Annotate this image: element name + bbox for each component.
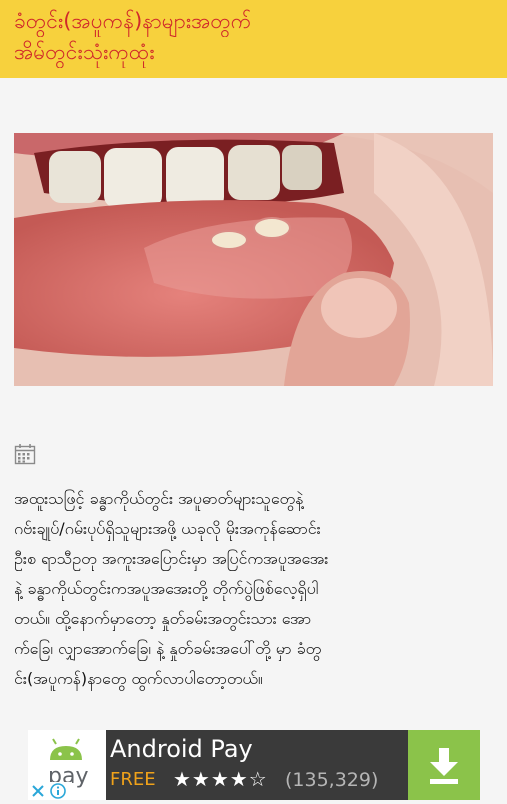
rating-stars: ★★★★☆ (173, 767, 268, 791)
download-icon (430, 748, 458, 784)
article-line: ဦးစ ရာသီဥတု အကူးအပြောင်းမှာ အပြင်ကအပူအအေ… (14, 549, 329, 568)
ad-price: FREE (110, 769, 156, 790)
hero-image (14, 133, 493, 386)
page-title-line2: အိမ်တွင်းသုံးကုထုံး (14, 40, 155, 64)
article-line: တယ်။ ထို့နောက်မှာတော့ နှုတ်ခမ်းအတွင်းသား… (14, 609, 312, 628)
download-button[interactable] (408, 730, 480, 800)
rating-count: (135,329) (285, 769, 379, 791)
article-line: နဲ့ ခန္ဓာကိုယ်တွင်းကအပူအအေးတို့ တိုက်ပွဲ… (14, 579, 319, 598)
ad-title: Android Pay (110, 735, 253, 763)
close-icon[interactable] (32, 785, 44, 797)
ad-choices-badge[interactable] (28, 782, 72, 800)
article-line: င်း(အပူကန်)နာတွေ ထွက်လာပါတော့တယ်။ (14, 669, 263, 688)
app-header: ခံတွင်း(အပူကန်)နာများအတွက် အိမ်တွင်းသုံး… (0, 0, 507, 78)
article-line: အထူးသဖြင့် ခန္ဓာကိုယ်တွင်း အပူဓာတ်များသူ… (14, 489, 304, 508)
article-body: အထူးသဖြင့် ခန္ဓာကိုယ်တွင်း အပူဓာတ်များသူ… (14, 484, 496, 694)
article-line: ဂဗ်းချုပ်/ဂမ်းပုပ်ရှိသူများအဖို့ ယခုလို … (14, 519, 321, 538)
page-title-line1: ခံတွင်း(အပူကန်)နာများအတွက် (14, 9, 252, 33)
ad-banner[interactable]: pay Android Pay FREE ★★★★☆ (135,329) (28, 730, 480, 800)
info-icon[interactable] (50, 783, 66, 799)
article-line: က်ခြေ၊ လျှာအောက်ခြေ၊ နဲ့ နှုတ်ခမ်းအပေါ်တ… (14, 639, 322, 658)
calendar-icon (14, 443, 36, 465)
